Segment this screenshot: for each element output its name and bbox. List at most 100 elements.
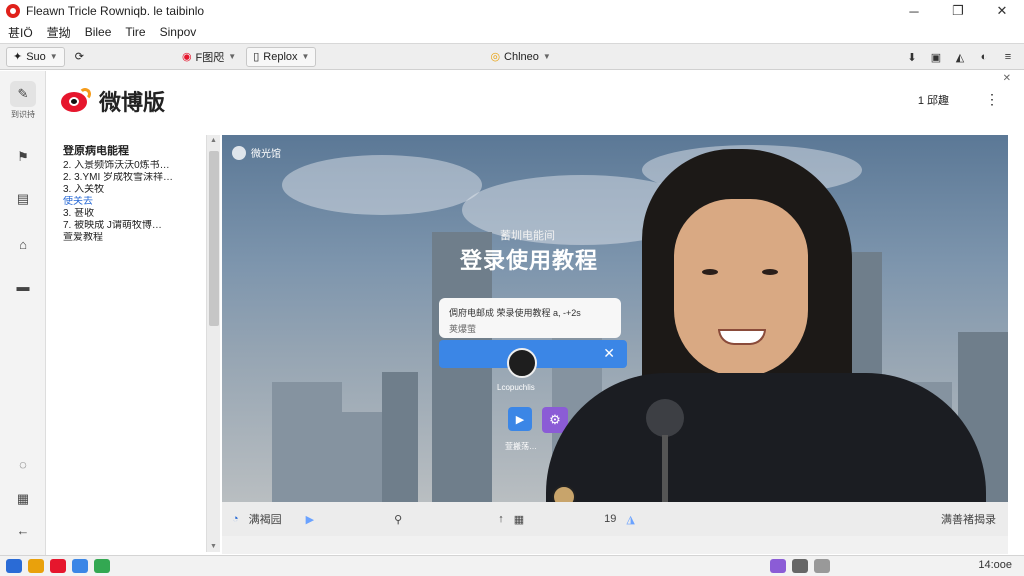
back-arrow-icon: ← — [16, 523, 30, 538]
network-icon[interactable] — [792, 559, 808, 573]
sidebar-item-list[interactable]: ▤ — [0, 191, 46, 207]
close-icon[interactable]: ✕ — [1003, 73, 1011, 84]
app-icon — [6, 4, 20, 18]
clock: 14:ooe — [978, 559, 1012, 571]
back-label: Suo — [26, 50, 46, 63]
scrollbar[interactable]: ▲ ▼ — [206, 135, 220, 552]
browser-selector[interactable]: ◎ Chlneo ▼ — [486, 47, 554, 67]
app-icon[interactable] — [72, 559, 88, 573]
house-icon: ⌂ — [19, 237, 27, 252]
download-icon[interactable]: ⬇ — [902, 47, 922, 67]
header-actions: 1 邱趣 ⋮ — [918, 91, 999, 108]
microphone-icon — [646, 399, 684, 437]
printer-icon: ▬ — [16, 279, 30, 294]
gamepad-icon: ◌ — [19, 457, 27, 472]
scroll-down-icon[interactable]: ▼ — [210, 543, 217, 550]
volume-icon[interactable] — [814, 559, 830, 573]
building — [342, 412, 382, 502]
back-button[interactable]: ✦ Suo ▼ — [6, 46, 65, 67]
tag-icon[interactable]: ◮ — [626, 513, 634, 526]
toolbar-right-icons: ⬇ ▣ ◭ ◐ ≡ — [902, 47, 1018, 67]
video-player[interactable]: 微光馆 蓄圳电能间 登录使用教程 倜府电邮成 荣录使用教程 a, -+2s 荚爆… — [222, 135, 1008, 502]
folder-icon[interactable] — [28, 559, 44, 573]
theme-icon[interactable]: ◐ — [974, 47, 994, 67]
chat-icon[interactable] — [94, 559, 110, 573]
list-item[interactable]: 3. 甚收 — [57, 208, 205, 220]
replace-button[interactable]: ▯ Replox ▼ — [246, 46, 317, 67]
list-item[interactable]: 2. 入景频饰沃沃0炼书… — [57, 160, 205, 172]
list-item[interactable]: 7. 被映成 J谓萌牧博… — [57, 220, 205, 232]
tab-weibo-label: F图咫 — [195, 51, 225, 64]
menu-item-1[interactable]: 甚IÖ — [8, 24, 33, 41]
chevron-down-icon: ▼ — [542, 52, 551, 61]
button-caption: 萱搬荡… — [505, 442, 537, 451]
share-button[interactable]: 1 邱趣 — [918, 92, 949, 108]
building — [272, 382, 342, 502]
bookmark-icon: ⚑ — [17, 149, 29, 164]
avatar[interactable] — [507, 348, 537, 378]
document-icon: ▯ — [253, 51, 260, 63]
sidebar-item-grid[interactable]: ▦ — [0, 491, 46, 507]
avatar-name: Lcopuchlis — [497, 383, 535, 392]
tab-weibo[interactable]: ◉ F图咫 ▼ — [178, 47, 240, 67]
notes-icon: ✎ — [17, 86, 29, 101]
badge-icon — [552, 485, 576, 502]
minimize-button[interactable]: ─ — [892, 0, 936, 22]
page-header: 微博版 1 邱趣 ⋮ ✕ — [47, 71, 1017, 131]
side-list-title: 登原病电能程 — [63, 145, 129, 157]
scroll-thumb[interactable] — [209, 151, 219, 326]
menu-item-3[interactable]: Bilee — [85, 25, 112, 39]
channel-icon — [232, 145, 246, 160]
sidebar-item-bookmark[interactable]: ⚑ — [0, 149, 46, 165]
menu-item-2[interactable]: 萱拗 — [47, 24, 71, 41]
chrome-icon: ◎ — [490, 51, 501, 63]
pin-icon: ✦ — [13, 51, 23, 63]
cloud — [282, 155, 482, 215]
search-icon[interactable]: ⚲ — [394, 513, 402, 526]
chevron-down-icon: ▼ — [228, 52, 237, 61]
tray-icon[interactable] — [770, 559, 786, 573]
sidebar-item-print[interactable]: ▬ — [0, 279, 46, 294]
restore-button[interactable]: ❐ — [936, 0, 980, 22]
weibo-eye-icon — [61, 88, 93, 114]
video-channel-tag: 微光馆 — [232, 145, 281, 160]
list-icon: ▤ — [16, 191, 30, 206]
refresh-icon[interactable]: ⟳ — [71, 47, 88, 67]
list-item[interactable]: 萱爱教程 — [57, 232, 205, 244]
brand-name: 微博版 — [99, 90, 166, 115]
menu-item-4[interactable]: Tire — [125, 25, 145, 39]
menu-item-5[interactable]: Sinpov — [160, 25, 197, 39]
building — [382, 372, 418, 502]
weibo-icon: ◉ — [181, 51, 192, 63]
scroll-up-icon[interactable]: ▲ — [210, 137, 217, 144]
list-item[interactable]: 3. 入关牧 — [57, 184, 205, 196]
list-item[interactable]: 2. 3.YMI 岁成牧雪沫祥… — [57, 172, 205, 184]
toolbar: ✦ Suo ▼ ⟳ ◉ F图咫 ▼ ▯ Replox ▼ ◎ Chlneo ▼ … — [0, 43, 1024, 70]
weibo-logo[interactable]: 微博版 — [61, 85, 165, 117]
progress-value: 19 — [604, 513, 617, 525]
start-icon[interactable] — [6, 559, 22, 573]
controls-right-label: 满善褚揭录 — [941, 514, 996, 526]
presenter-image — [546, 143, 986, 502]
layout-icon[interactable]: ▣ — [926, 47, 946, 67]
sidebar-item-gamepad[interactable]: ◌ — [0, 457, 46, 472]
refresh-icon[interactable]: ◔ — [232, 513, 239, 525]
sidebar-item-back[interactable]: ← — [0, 523, 46, 538]
sidebar-item-label: 到识持 — [11, 110, 35, 119]
player-controls: ◔ 满褐园 ▶ ⚲ ↑ ▦ 19 ◮ 满善褚揭录 — [222, 502, 1008, 536]
sidebar-item-house[interactable]: ⌂ — [0, 237, 46, 252]
list-item[interactable]: 使关去 — [57, 196, 205, 208]
warning-icon[interactable]: ◭ — [950, 47, 970, 67]
up-arrow-icon[interactable]: ↑ — [498, 513, 504, 525]
controls-left-label: 满褐园 — [248, 514, 282, 526]
menu-icon[interactable]: ≡ — [998, 47, 1018, 67]
browser-icon[interactable] — [50, 559, 66, 573]
grid-icon[interactable]: ▦ — [514, 513, 524, 526]
play-icon[interactable]: ▶ — [306, 513, 314, 526]
channel-name: 微光馆 — [251, 149, 281, 160]
replace-label: Replox — [263, 50, 298, 63]
sidebar-item-home[interactable]: ✎ 到识持 — [0, 81, 46, 120]
more-icon[interactable]: ⋮ — [985, 91, 999, 108]
close-button[interactable]: ✕ — [980, 0, 1024, 22]
play-button[interactable]: ▶ — [508, 407, 532, 431]
